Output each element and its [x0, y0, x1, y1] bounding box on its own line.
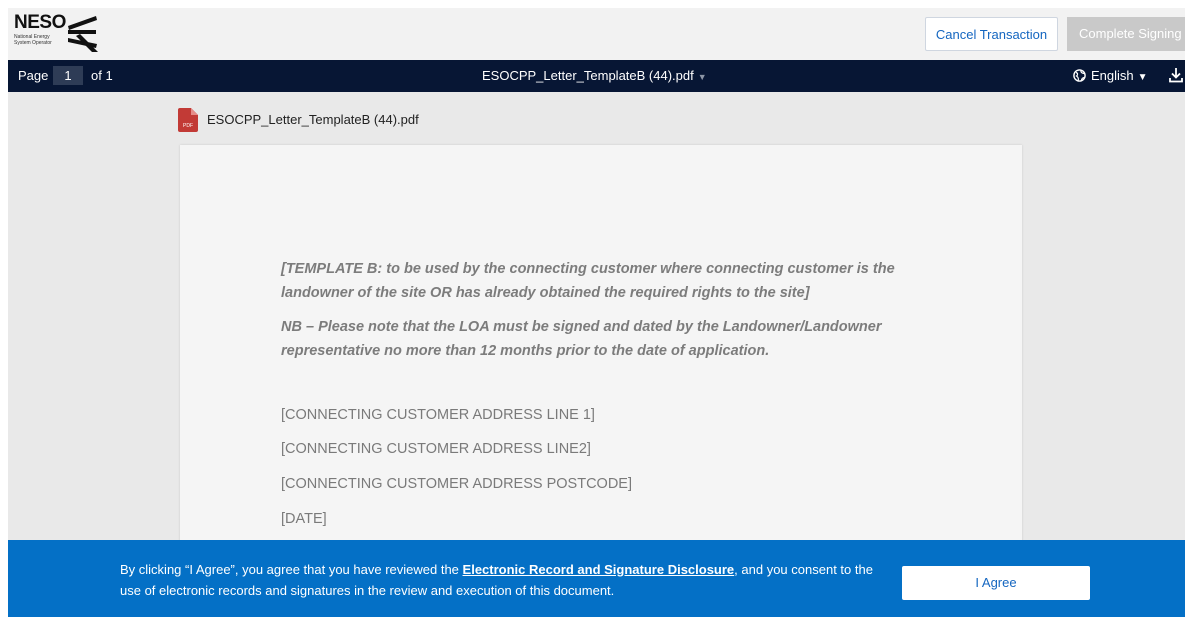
- consent-text: By clicking “I Agree”, you agree that yo…: [120, 559, 890, 601]
- top-header: NESO National Energy System Operator Can…: [8, 8, 1185, 60]
- pdf-badge: PDF: [183, 123, 193, 129]
- logo-wordmark: NESO: [14, 12, 66, 33]
- document-title-dropdown[interactable]: ESOCPP_Letter_TemplateB (44).pdf ▼: [482, 68, 707, 83]
- template-note-line1: [TEMPLATE B: to be used by the connectin…: [281, 261, 895, 277]
- page-count: of 1: [91, 68, 113, 83]
- page-number-input[interactable]: 1: [53, 66, 83, 85]
- download-icon[interactable]: [1169, 67, 1183, 83]
- globe-icon: [1073, 69, 1086, 82]
- document-viewer[interactable]: PDF ESOCPP_Letter_TemplateB (44).pdf [TE…: [8, 92, 1185, 540]
- address-line2: [CONNECTING CUSTOMER ADDRESS LINE2]: [281, 441, 591, 457]
- consent-banner: By clicking “I Agree”, you agree that yo…: [8, 540, 1185, 617]
- document-page: [TEMPLATE B: to be used by the connectin…: [180, 145, 1022, 540]
- nb-line1: NB – Please note that the LOA must be si…: [281, 319, 882, 335]
- document-toolbar: Page 1 of 1 ESOCPP_Letter_TemplateB (44)…: [8, 60, 1185, 92]
- disclosure-link[interactable]: Electronic Record and Signature Disclosu…: [463, 562, 735, 577]
- i-agree-button[interactable]: I Agree: [902, 566, 1090, 600]
- complete-signing-button[interactable]: Complete Signing: [1067, 17, 1185, 51]
- nb-line2: representative no more than 12 months pr…: [281, 343, 770, 359]
- neso-logo-mark-icon: [68, 16, 98, 52]
- consent-text-start: By clicking “I Agree”, you agree that yo…: [120, 562, 463, 577]
- address-postcode: [CONNECTING CUSTOMER ADDRESS POSTCODE]: [281, 476, 632, 492]
- file-name: ESOCPP_Letter_TemplateB (44).pdf: [207, 112, 419, 127]
- pdf-file-icon: PDF: [178, 108, 198, 132]
- document-date: [DATE]: [281, 511, 327, 527]
- address-line1: [CONNECTING CUSTOMER ADDRESS LINE 1]: [281, 407, 595, 423]
- caret-down-icon: ▼: [1137, 72, 1148, 83]
- page-label: Page: [18, 68, 49, 83]
- cancel-transaction-button[interactable]: Cancel Transaction: [925, 17, 1058, 51]
- language-selector[interactable]: English ▼: [1073, 68, 1148, 83]
- neso-logo: NESO National Energy System Operator: [14, 12, 114, 56]
- logo-subtitle: National Energy System Operator: [14, 34, 64, 46]
- template-note-line2: landowner of the site OR has already obt…: [281, 285, 810, 301]
- language-label: English: [1091, 68, 1134, 83]
- logo-subtitle-line2: System Operator: [14, 39, 52, 46]
- document-title: ESOCPP_Letter_TemplateB (44).pdf: [482, 68, 694, 83]
- caret-down-icon: ▼: [697, 72, 707, 82]
